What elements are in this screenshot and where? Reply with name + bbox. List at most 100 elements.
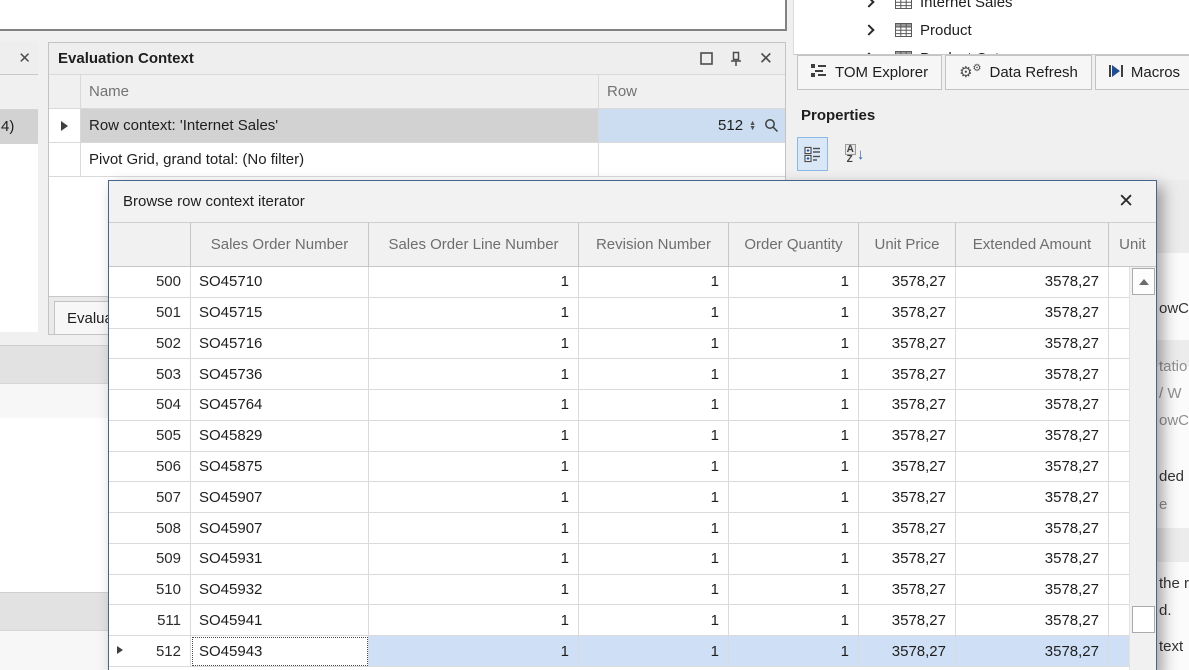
cell-sales-order-line-number[interactable]: 1 — [369, 329, 579, 360]
scrollbar-thumb[interactable] — [1132, 606, 1155, 633]
search-icon[interactable] — [764, 118, 779, 133]
table-row[interactable]: 501SO457151113578,273578,27 — [109, 298, 1129, 329]
cell-extended-amount[interactable]: 3578,27 — [956, 421, 1109, 452]
cell-unit-price[interactable]: 3578,27 — [859, 329, 956, 360]
cell-sales-order-line-number[interactable]: 1 — [369, 636, 579, 667]
cell-unit[interactable] — [1109, 544, 1129, 575]
cell-unit-price[interactable]: 3578,27 — [859, 605, 956, 636]
cell-order-quantity[interactable]: 1 — [729, 359, 859, 390]
cell-unit-price[interactable]: 3578,27 — [859, 390, 956, 421]
cell-sales-order-number[interactable]: SO45932 — [191, 575, 369, 606]
cell-order-quantity[interactable]: 1 — [729, 513, 859, 544]
column-header-sales-order-line-number[interactable]: Sales Order Line Number — [369, 223, 579, 266]
tree-item-product[interactable]: Product — [794, 16, 1189, 44]
cell-revision-number[interactable]: 1 — [579, 544, 729, 575]
column-header-revision-number[interactable]: Revision Number — [579, 223, 729, 266]
cell-revision-number[interactable]: 1 — [579, 298, 729, 329]
cell-unit[interactable] — [1109, 298, 1129, 329]
cell-unit[interactable] — [1109, 421, 1129, 452]
cell-sales-order-number[interactable]: SO45829 — [191, 421, 369, 452]
cell-extended-amount[interactable]: 3578,27 — [956, 575, 1109, 606]
dialog-titlebar[interactable]: Browse row context iterator ✕ — [109, 181, 1156, 222]
cell-unit-price[interactable]: 3578,27 — [859, 298, 956, 329]
cell-sales-order-line-number[interactable]: 1 — [369, 482, 579, 513]
cell-extended-amount[interactable]: 3578,27 — [956, 513, 1109, 544]
table-row[interactable]: 511SO459411113578,273578,27 — [109, 605, 1129, 636]
context-name-cell[interactable]: Row context: 'Internet Sales' — [81, 109, 599, 142]
cell-rownum[interactable]: 511 — [109, 605, 191, 636]
cell-sales-order-number[interactable]: SO45716 — [191, 329, 369, 360]
evaluation-row-context[interactable]: Row context: 'Internet Sales' 512 ▲▼ — [49, 109, 785, 143]
cell-unit[interactable] — [1109, 482, 1129, 513]
cell-unit[interactable] — [1109, 575, 1129, 606]
cell-sales-order-number[interactable]: SO45943 — [191, 636, 369, 667]
cell-extended-amount[interactable]: 3578,27 — [956, 267, 1109, 298]
cell-unit-price[interactable]: 3578,27 — [859, 421, 956, 452]
tab-data-refresh[interactable]: ⚙⚙Data Refresh — [945, 55, 1092, 90]
cell-sales-order-number[interactable]: SO45931 — [191, 544, 369, 575]
cell-unit-price[interactable]: 3578,27 — [859, 544, 956, 575]
cell-extended-amount[interactable]: 3578,27 — [956, 359, 1109, 390]
cell-extended-amount[interactable]: 3578,27 — [956, 390, 1109, 421]
cell-order-quantity[interactable]: 1 — [729, 267, 859, 298]
tab-macros[interactable]: Macros — [1095, 55, 1189, 90]
cell-sales-order-line-number[interactable]: 1 — [369, 421, 579, 452]
cell-revision-number[interactable]: 1 — [579, 421, 729, 452]
cell-revision-number[interactable]: 1 — [579, 390, 729, 421]
close-icon[interactable]: ✕ — [759, 50, 773, 67]
table-row[interactable]: 508SO459071113578,273578,27 — [109, 513, 1129, 544]
row-column-header[interactable]: Row — [599, 75, 785, 108]
cell-order-quantity[interactable]: 1 — [729, 482, 859, 513]
cell-unit[interactable] — [1109, 390, 1129, 421]
cell-revision-number[interactable]: 1 — [579, 267, 729, 298]
cell-sales-order-line-number[interactable]: 1 — [369, 390, 579, 421]
cell-revision-number[interactable]: 1 — [579, 482, 729, 513]
cell-unit-price[interactable]: 3578,27 — [859, 452, 956, 483]
cell-sales-order-line-number[interactable]: 1 — [369, 452, 579, 483]
cell-sales-order-number[interactable]: SO45736 — [191, 359, 369, 390]
table-row[interactable]: 506SO458751113578,273578,27 — [109, 452, 1129, 483]
cell-unit-price[interactable]: 3578,27 — [859, 636, 956, 667]
cell-sales-order-line-number[interactable]: 1 — [369, 298, 579, 329]
cell-order-quantity[interactable]: 1 — [729, 605, 859, 636]
spinner-control[interactable]: ▲▼ — [749, 121, 756, 131]
cell-revision-number[interactable]: 1 — [579, 329, 729, 360]
cell-order-quantity[interactable]: 1 — [729, 421, 859, 452]
cell-unit[interactable] — [1109, 452, 1129, 483]
scrollbar-up-button[interactable] — [1132, 268, 1155, 295]
cell-unit[interactable] — [1109, 605, 1129, 636]
cell-revision-number[interactable]: 1 — [579, 359, 729, 390]
table-row[interactable]: 502SO457161113578,273578,27 — [109, 329, 1129, 360]
cell-rownum[interactable]: 500 — [109, 267, 191, 298]
column-header-sales-order-number[interactable]: Sales Order Number — [191, 223, 369, 266]
column-header-rownum[interactable] — [109, 223, 191, 266]
pin-icon[interactable] — [730, 51, 742, 67]
cell-order-quantity[interactable]: 1 — [729, 329, 859, 360]
cell-sales-order-number[interactable]: SO45941 — [191, 605, 369, 636]
cell-sales-order-line-number[interactable]: 1 — [369, 359, 579, 390]
cell-unit-price[interactable]: 3578,27 — [859, 267, 956, 298]
row-number-value[interactable]: 512 — [718, 117, 743, 134]
cell-rownum[interactable]: 510 — [109, 575, 191, 606]
cell-sales-order-number[interactable]: SO45907 — [191, 482, 369, 513]
cell-extended-amount[interactable]: 3578,27 — [956, 605, 1109, 636]
cell-extended-amount[interactable]: 3578,27 — [956, 544, 1109, 575]
cell-revision-number[interactable]: 1 — [579, 513, 729, 544]
cell-order-quantity[interactable]: 1 — [729, 544, 859, 575]
spinner-down-icon[interactable]: ▼ — [749, 126, 756, 131]
cell-unit-price[interactable]: 3578,27 — [859, 513, 956, 544]
cell-sales-order-number[interactable]: SO45764 — [191, 390, 369, 421]
cell-rownum[interactable]: 512 — [109, 636, 191, 667]
cell-rownum[interactable]: 506 — [109, 452, 191, 483]
cell-sales-order-number[interactable]: SO45710 — [191, 267, 369, 298]
row-number-cell[interactable] — [599, 143, 785, 176]
tree-item-internet-sales[interactable]: Internet Sales — [794, 0, 1189, 16]
cell-unit[interactable] — [1109, 267, 1129, 298]
column-header-unit-price[interactable]: Unit Price — [859, 223, 956, 266]
cell-sales-order-number[interactable]: SO45907 — [191, 513, 369, 544]
table-row[interactable]: 505SO458291113578,273578,27 — [109, 421, 1129, 452]
cell-sales-order-number[interactable]: SO45715 — [191, 298, 369, 329]
chevron-right-icon[interactable] — [863, 0, 874, 8]
tab-tom-explorer[interactable]: TOM Explorer — [797, 55, 942, 90]
cell-rownum[interactable]: 509 — [109, 544, 191, 575]
